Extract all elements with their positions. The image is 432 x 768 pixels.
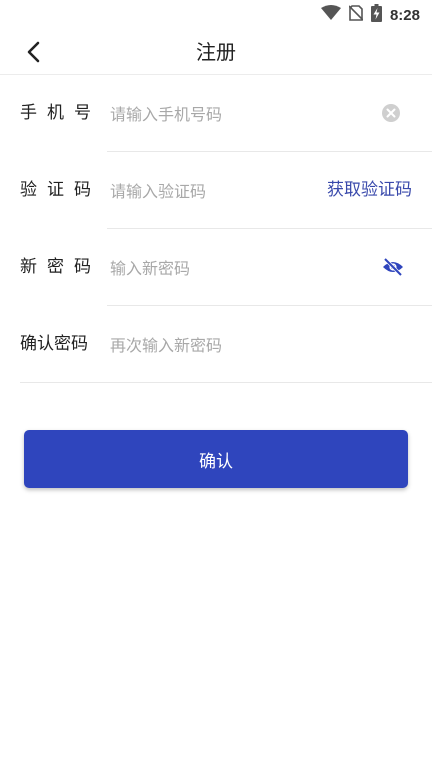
code-label: 验证码 — [20, 180, 101, 200]
phone-input[interactable] — [110, 101, 310, 127]
no-sim-icon — [348, 5, 364, 25]
wifi-icon — [320, 5, 341, 25]
eye-off-icon — [383, 257, 403, 277]
page-title: 注册 — [196, 40, 236, 64]
divider — [20, 382, 432, 383]
code-input[interactable] — [110, 178, 310, 204]
battery-charging-icon — [370, 4, 382, 26]
confirm-password-row: 确认密码 — [0, 306, 432, 383]
code-row: 验证码 获取验证码 — [0, 152, 432, 229]
password-input[interactable] — [110, 255, 310, 281]
password-label: 新密码 — [20, 257, 101, 277]
password-row: 新密码 — [0, 229, 432, 306]
toggle-password-visibility-button[interactable] — [382, 257, 404, 277]
nav-bar: 注册 — [0, 30, 432, 75]
get-code-button[interactable]: 获取验证码 — [327, 152, 412, 229]
confirm-password-label: 确认密码 — [20, 334, 88, 354]
phone-label: 手机号 — [20, 103, 101, 123]
register-form: 手机号 验证码 获取验证码 新密码 — [0, 75, 432, 383]
clear-phone-button[interactable] — [382, 104, 400, 122]
confirm-button[interactable]: 确认 — [24, 430, 408, 488]
confirm-password-input[interactable] — [110, 332, 310, 358]
status-time: 8:28 — [389, 6, 420, 24]
phone-row: 手机号 — [0, 75, 432, 152]
status-bar: 8:28 — [0, 0, 432, 30]
clear-circle-icon — [382, 104, 400, 122]
